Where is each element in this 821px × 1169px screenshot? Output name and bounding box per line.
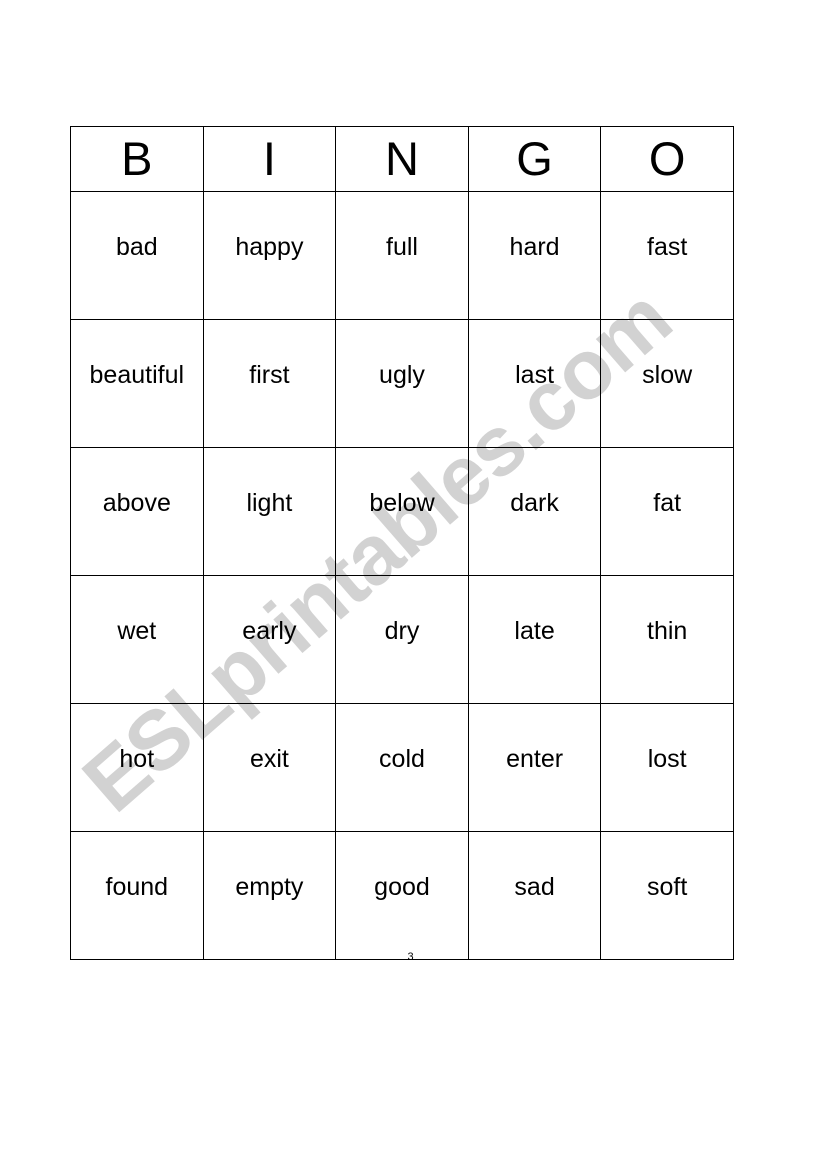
bingo-cell[interactable]: hot bbox=[70, 703, 204, 832]
bingo-cell[interactable]: dry bbox=[335, 575, 469, 704]
bingo-word: sad bbox=[514, 873, 555, 901]
bingo-header-row: B I N G O bbox=[70, 126, 734, 192]
page-number: 3 bbox=[407, 951, 414, 963]
bingo-word: cold bbox=[379, 745, 425, 773]
bingo-row: wet early dry late thin bbox=[70, 575, 734, 704]
bingo-cell[interactable]: sad bbox=[467, 831, 602, 960]
bingo-word: found bbox=[105, 873, 169, 901]
bingo-header-i: I bbox=[202, 126, 337, 192]
bingo-word: enter bbox=[506, 745, 564, 773]
bingo-word: good bbox=[374, 873, 430, 901]
bingo-word: full bbox=[386, 233, 418, 261]
bingo-cell[interactable]: above bbox=[70, 447, 204, 576]
bingo-cell[interactable]: light bbox=[202, 447, 337, 576]
bingo-cell[interactable]: ugly bbox=[335, 319, 469, 448]
bingo-cell[interactable]: found bbox=[70, 831, 204, 960]
bingo-word: dry bbox=[384, 617, 420, 645]
bingo-word: late bbox=[514, 617, 555, 645]
bingo-row: hot exit cold enter lost bbox=[70, 703, 734, 832]
bingo-word: dark bbox=[510, 489, 559, 517]
bingo-cell[interactable]: hard bbox=[467, 191, 602, 320]
bingo-cell[interactable]: early bbox=[202, 575, 337, 704]
bingo-cell[interactable]: below bbox=[335, 447, 469, 576]
bingo-cell[interactable]: slow bbox=[600, 319, 734, 448]
bingo-cell[interactable]: wet bbox=[70, 575, 204, 704]
bingo-cell[interactable]: full bbox=[335, 191, 469, 320]
bingo-cell[interactable]: good bbox=[335, 831, 469, 960]
bingo-header-g: G bbox=[467, 126, 602, 192]
bingo-word: fast bbox=[647, 233, 688, 261]
bingo-row: beautiful first ugly last slow bbox=[70, 319, 734, 448]
bingo-cell[interactable]: cold bbox=[335, 703, 469, 832]
bingo-cell[interactable]: fat bbox=[600, 447, 734, 576]
bingo-cell[interactable]: exit bbox=[202, 703, 337, 832]
bingo-header-b: B bbox=[70, 126, 204, 192]
bingo-cell[interactable]: fast bbox=[600, 191, 734, 320]
worksheet-page: ESLprintables.com B I N G O bad happy fu… bbox=[0, 0, 821, 1169]
bingo-cell[interactable]: beautiful bbox=[70, 319, 204, 448]
bingo-cell[interactable]: soft bbox=[600, 831, 734, 960]
bingo-word: fat bbox=[653, 489, 682, 517]
bingo-word: above bbox=[102, 489, 171, 517]
bingo-word: wet bbox=[117, 617, 157, 645]
bingo-row: found empty good sad soft bbox=[70, 831, 734, 960]
bingo-word: hard bbox=[509, 233, 560, 261]
bingo-cell[interactable]: late bbox=[467, 575, 602, 704]
bingo-card-table: B I N G O bad happy full hard fast beaut… bbox=[70, 126, 734, 960]
bingo-header-n: N bbox=[335, 126, 469, 192]
bingo-cell[interactable]: lost bbox=[600, 703, 734, 832]
bingo-header-o: O bbox=[600, 126, 734, 192]
bingo-word: lost bbox=[647, 745, 687, 773]
bingo-cell[interactable]: thin bbox=[600, 575, 734, 704]
bingo-word: hot bbox=[119, 745, 155, 773]
bingo-word: light bbox=[246, 489, 293, 517]
bingo-word: below bbox=[369, 489, 435, 517]
bingo-word: exit bbox=[249, 745, 289, 773]
bingo-word: early bbox=[242, 617, 297, 645]
bingo-row: above light below dark fat bbox=[70, 447, 734, 576]
bingo-word: first bbox=[249, 361, 290, 389]
bingo-word: soft bbox=[647, 873, 688, 901]
bingo-cell[interactable]: last bbox=[467, 319, 602, 448]
bingo-cell[interactable]: bad bbox=[70, 191, 204, 320]
bingo-word: empty bbox=[235, 873, 304, 901]
bingo-cell[interactable]: empty bbox=[202, 831, 337, 960]
bingo-word: last bbox=[515, 361, 555, 389]
bingo-cell[interactable]: first bbox=[202, 319, 337, 448]
bingo-cell[interactable]: enter bbox=[467, 703, 602, 832]
bingo-cell[interactable]: happy bbox=[202, 191, 337, 320]
bingo-word: beautiful bbox=[89, 361, 185, 389]
bingo-word: slow bbox=[642, 361, 693, 389]
bingo-row: bad happy full hard fast bbox=[70, 191, 734, 320]
bingo-cell[interactable]: dark bbox=[467, 447, 602, 576]
bingo-word: ugly bbox=[379, 361, 425, 389]
bingo-word: bad bbox=[115, 233, 158, 261]
bingo-word: thin bbox=[647, 617, 688, 645]
bingo-word: happy bbox=[235, 233, 304, 261]
